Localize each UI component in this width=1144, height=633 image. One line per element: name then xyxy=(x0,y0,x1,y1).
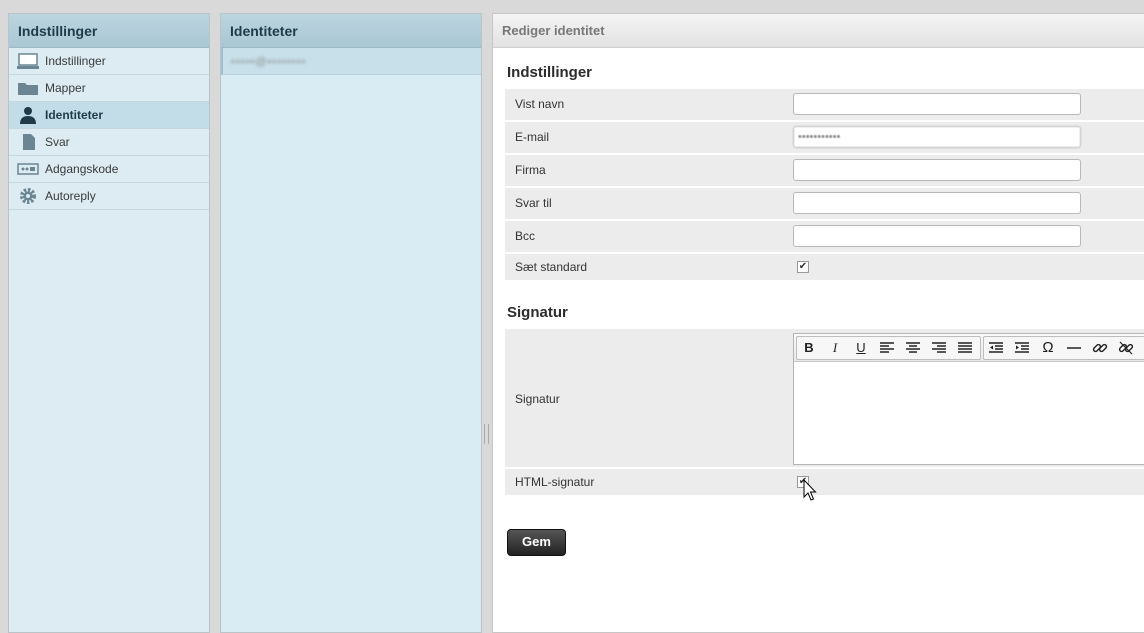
email-row: E-mail xyxy=(505,122,1144,155)
nav-item-autoreply[interactable]: Autoreply xyxy=(9,183,209,210)
email-label: E-mail xyxy=(515,130,550,144)
display-name-input[interactable] xyxy=(793,93,1081,115)
editor-toolbar: B I U Ω xyxy=(794,334,1144,362)
panel-splitter[interactable] xyxy=(484,424,489,444)
signature-label: Signatur xyxy=(515,392,560,406)
html-signature-row: HTML-signatur ✔ xyxy=(505,469,1144,497)
nav-item-adgangskode[interactable]: Adgangskode xyxy=(9,156,209,183)
bcc-label: Bcc xyxy=(515,229,536,243)
display-name-label: Vist navn xyxy=(515,97,565,111)
signature-row: Signatur B I U Ω xyxy=(505,329,1144,469)
horizontal-rule-icon[interactable] xyxy=(1063,338,1085,358)
bold-icon[interactable]: B xyxy=(798,338,820,358)
set-default-checkbox[interactable]: ✔ xyxy=(797,261,809,273)
signature-textarea[interactable] xyxy=(794,362,1144,464)
unlink-icon[interactable] xyxy=(1115,338,1137,358)
company-input[interactable] xyxy=(793,159,1081,181)
nav-item-label: Identiteter xyxy=(45,108,104,122)
identity-email: •••••@•••••••• xyxy=(231,56,307,68)
special-char-icon[interactable]: Ω xyxy=(1037,338,1059,358)
set-default-label: Sæt standard xyxy=(515,260,588,274)
company-label: Firma xyxy=(515,163,546,177)
company-row: Firma xyxy=(505,155,1144,188)
link-icon[interactable] xyxy=(1089,338,1111,358)
nav-item-svar[interactable]: Svar xyxy=(9,129,209,156)
reply-to-label: Svar til xyxy=(515,196,552,210)
settings-nav-panel: Indstillinger Indstillinger Mapper Ident… xyxy=(8,13,210,633)
edit-title: Rediger identitet xyxy=(493,14,1144,48)
bcc-row: Bcc xyxy=(505,221,1144,254)
nav-title: Indstillinger xyxy=(9,14,209,48)
edit-identity-panel: Rediger identitet Indstillinger Vist nav… xyxy=(492,13,1144,633)
save-button[interactable]: Gem xyxy=(507,529,566,556)
outdent-icon[interactable] xyxy=(985,338,1007,358)
italic-icon[interactable]: I xyxy=(824,338,846,358)
identity-list-item[interactable]: •••••@•••••••• xyxy=(221,48,481,75)
settings-section-title: Indstillinger xyxy=(507,64,593,81)
nav-item-label: Mapper xyxy=(45,81,86,95)
nav-item-indstillinger[interactable]: Indstillinger xyxy=(9,48,209,75)
nav-item-identiteter[interactable]: Identiteter xyxy=(9,102,209,129)
person-icon xyxy=(20,107,36,124)
email-input[interactable] xyxy=(793,126,1081,148)
set-default-row: Sæt standard ✔ xyxy=(505,254,1144,282)
mouse-cursor-icon xyxy=(803,479,817,501)
gear-icon xyxy=(20,188,36,204)
identities-title: Identiteter xyxy=(221,14,481,48)
align-justify-icon[interactable] xyxy=(954,338,976,358)
document-icon xyxy=(23,134,35,150)
nav-item-label: Autoreply xyxy=(45,189,96,203)
bcc-input[interactable] xyxy=(793,225,1081,247)
align-left-icon[interactable] xyxy=(876,338,898,358)
signature-section-title: Signatur xyxy=(507,304,568,321)
identities-panel: Identiteter •••••@•••••••• xyxy=(220,13,482,633)
nav-item-label: Svar xyxy=(45,135,70,149)
toolbar-group-format: B I U xyxy=(796,336,981,360)
reply-to-input[interactable] xyxy=(793,192,1081,214)
settings-form: Vist navn E-mail Firma Svar til Bcc Sæt … xyxy=(505,89,1144,282)
folder-icon xyxy=(18,83,38,95)
monitor-icon xyxy=(17,53,39,69)
display-name-row: Vist navn xyxy=(505,89,1144,122)
align-right-icon[interactable] xyxy=(928,338,950,358)
signature-editor: B I U Ω xyxy=(793,333,1144,465)
indent-icon[interactable] xyxy=(1011,338,1033,358)
nav-item-mapper[interactable]: Mapper xyxy=(9,75,209,102)
nav-item-label: Indstillinger xyxy=(45,54,106,68)
nav-item-label: Adgangskode xyxy=(45,162,119,176)
underline-icon[interactable]: U xyxy=(850,338,872,358)
signature-form: Signatur B I U Ω HTML-signatur ✔ xyxy=(505,329,1144,497)
html-signature-label: HTML-signatur xyxy=(515,475,595,489)
align-center-icon[interactable] xyxy=(902,338,924,358)
toolbar-group-insert: Ω xyxy=(983,336,1144,360)
password-icon xyxy=(17,163,39,175)
reply-to-row: Svar til xyxy=(505,188,1144,221)
